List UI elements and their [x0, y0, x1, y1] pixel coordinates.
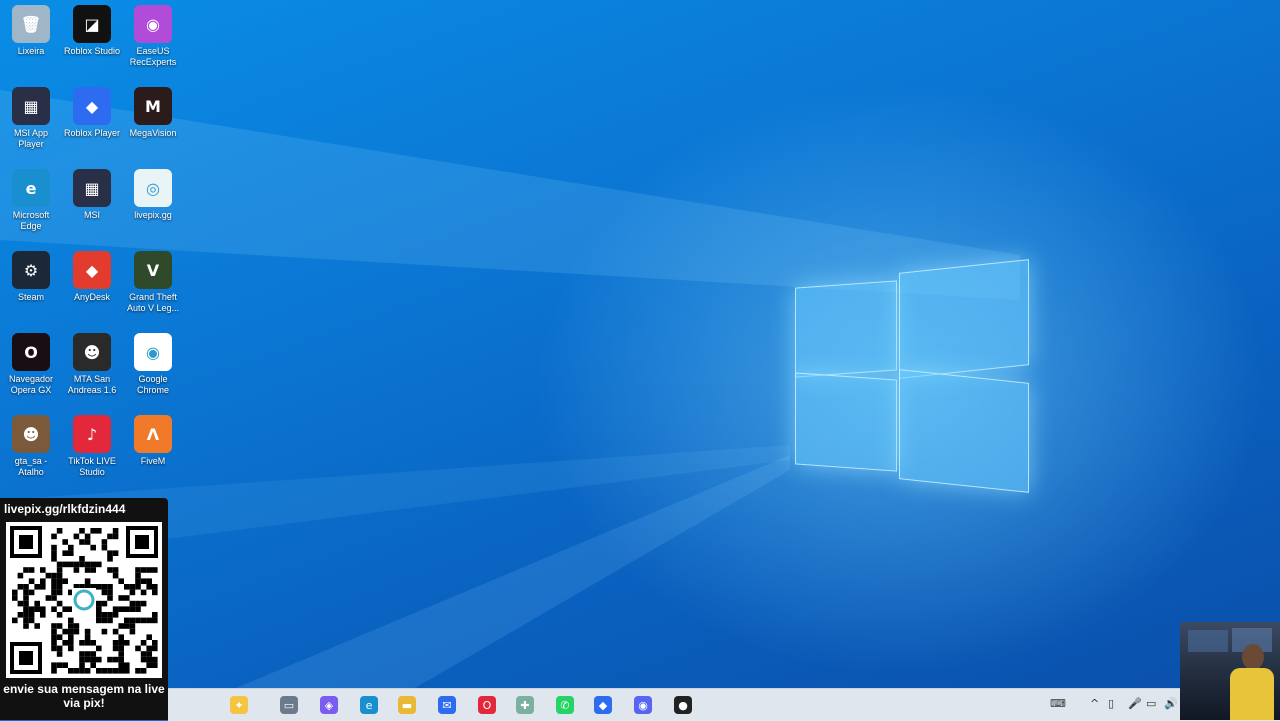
app-puzzle-icon[interactable]: ✚ [516, 696, 534, 714]
discord-icon[interactable]: ◉ [634, 696, 652, 714]
desktop-icon[interactable]: ◉ Google Chrome [123, 333, 183, 411]
microphone-icon[interactable]: 🎤 [1128, 697, 1142, 710]
desktop-icon[interactable]: M MegaVision [123, 87, 183, 165]
desktop-icon-label: Google Chrome [136, 374, 169, 395]
tiktok-live-icon: ♪ [73, 415, 111, 453]
mail-icon[interactable]: ✉ [438, 696, 456, 714]
steam-icon: ⚙ [12, 251, 50, 289]
edge-icon: e [12, 169, 50, 207]
gta-v-icon: V [134, 251, 172, 289]
copilot-icon[interactable]: ✦ [230, 696, 248, 714]
battery-icon[interactable]: ▯ [1108, 697, 1114, 710]
whatsapp-icon[interactable]: ✆ [556, 696, 574, 714]
opera-gx-icon: O [12, 333, 50, 371]
wallpaper-light-beams [0, 90, 1020, 720]
desktop-icon[interactable]: O Navegador Opera GX [1, 333, 61, 411]
keyboard-icon[interactable]: ⌨ [1050, 697, 1066, 710]
qr-code [6, 522, 162, 678]
msi-icon: ▦ [73, 169, 111, 207]
task-view-icon[interactable]: ▭ [280, 696, 298, 714]
desktop-icon-label: MSI [83, 210, 100, 220]
easeus-icon: ◉ [134, 5, 172, 43]
roblox-taskbar-icon[interactable]: ◆ [594, 696, 612, 714]
qr-code-image [10, 526, 158, 674]
desktop-icon-label: Grand Theft Auto V Leg... [126, 292, 180, 313]
desktop-icon[interactable]: ◆ AnyDesk [62, 251, 122, 329]
livepix-message: envie sua mensagem na live via pix! [3, 682, 165, 710]
chrome-icon: ◉ [134, 333, 172, 371]
desktop-icon-label: Microsoft Edge [12, 210, 50, 231]
desktop-icon-label: Lixeira [17, 46, 45, 56]
roblox-player-icon: ◆ [73, 87, 111, 125]
desktop-icon[interactable]: Λ FiveM [123, 415, 183, 493]
desktop-icon-label: Navegador Opera GX [8, 374, 54, 395]
gta-sa-icon: ☻ [12, 415, 50, 453]
taskbar: ✦ ▭ ◈ e ▬ ✉ O ✚ ✆ ◆ ◉ ● ⌨ ^ ▯ 🎤 ▭ 🔊 [168, 688, 1280, 721]
streamer-shirt [1230, 668, 1274, 720]
file-explorer-icon[interactable]: ▬ [398, 696, 416, 714]
desktop-icon-label: Steam [17, 292, 44, 302]
obs-icon[interactable]: ● [674, 696, 692, 714]
desktop-icon[interactable]: ◪ Roblox Studio [62, 5, 122, 83]
desktop-icon-label: Roblox Studio [63, 46, 121, 56]
livepix-icon: ◎ [134, 169, 172, 207]
desktop-icon-label: TikTok LIVE Studio [68, 456, 116, 477]
show-hidden-icons-chevron[interactable]: ^ [1090, 697, 1099, 710]
megavision-icon: M [134, 87, 172, 125]
roblox-studio-icon: ◪ [73, 5, 111, 43]
volume-icon[interactable]: 🔊 [1164, 697, 1178, 710]
desktop-icon[interactable]: ◉ EaseUS RecExperts [123, 5, 183, 83]
desktop-icon-label: gta_sa - Atalho [14, 456, 48, 477]
desktop-icon-label: MSI App Player [13, 128, 49, 149]
desktop-icon[interactable]: V Grand Theft Auto V Leg... [123, 251, 183, 329]
desktop-icon[interactable]: ☻ gta_sa - Atalho [1, 415, 61, 493]
background-monitor [1188, 630, 1228, 652]
streamer-head [1242, 644, 1264, 670]
desktop-icon-label: AnyDesk [73, 292, 110, 302]
network-icon[interactable]: ▭ [1146, 697, 1156, 710]
fivem-icon: Λ [134, 415, 172, 453]
livepix-overlay: livepix.gg/rlkfdzin444 envie sua mensage… [0, 498, 168, 720]
desktop-icon[interactable]: ▦ MSI App Player [1, 87, 61, 165]
mta-icon: ☻ [73, 333, 111, 371]
livepix-url: livepix.gg/rlkfdzin444 [4, 502, 126, 516]
desktop-icon[interactable]: ◎ livepix.gg [123, 169, 183, 247]
opera-taskbar-icon[interactable]: O [478, 696, 496, 714]
desktop-icon-label: livepix.gg [134, 210, 172, 220]
desktop-icon[interactable]: ▦ MSI [62, 169, 122, 247]
desktop-icon-label: FiveM [140, 456, 166, 466]
desktop-wallpaper [0, 0, 1280, 720]
desktop-icon[interactable]: ♪ TikTok LIVE Studio [62, 415, 122, 493]
desktop-icon[interactable]: 🗑 Lixeira [1, 5, 61, 83]
copilot-app-icon[interactable]: ◈ [320, 696, 338, 714]
desktop-icon-label: EaseUS RecExperts [129, 46, 177, 67]
msi-app-player-icon: ▦ [12, 87, 50, 125]
desktop-icon-label: MTA San Andreas 1.6 [67, 374, 117, 395]
desktop-icon-label: MegaVision [129, 128, 177, 138]
windows-logo [790, 252, 1030, 497]
desktop-icon[interactable]: ⚙ Steam [1, 251, 61, 329]
desktop-icon[interactable]: e Microsoft Edge [1, 169, 61, 247]
edge-taskbar-icon[interactable]: e [360, 696, 378, 714]
webcam-overlay [1180, 622, 1280, 720]
desktop-icon[interactable]: ◆ Roblox Player [62, 87, 122, 165]
desktop-icon[interactable]: ☻ MTA San Andreas 1.6 [62, 333, 122, 411]
recycle-bin-icon: 🗑 [12, 5, 50, 43]
anydesk-icon: ◆ [73, 251, 111, 289]
desktop-icon-label: Roblox Player [63, 128, 121, 138]
